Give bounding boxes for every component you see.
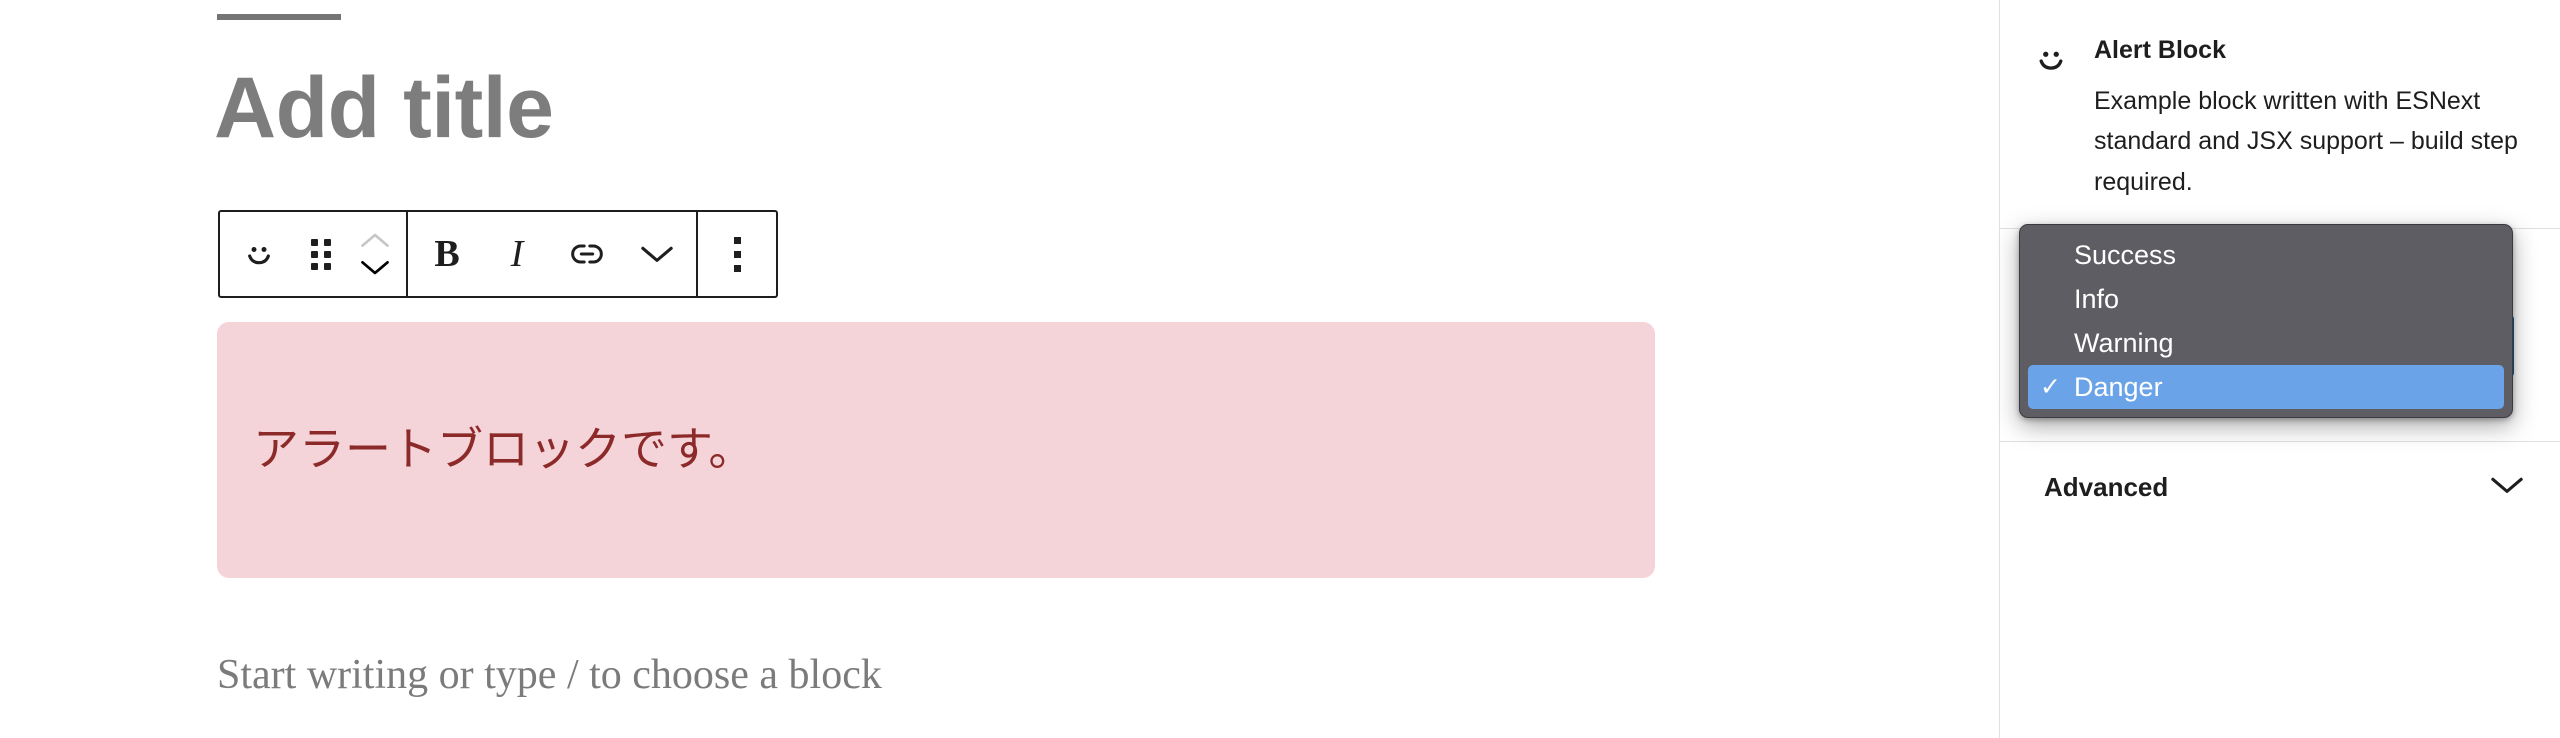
editor-canvas: Add title B I アラートブロックです。 Start writing … <box>0 0 1999 738</box>
block-mover <box>348 212 402 296</box>
italic-label: I <box>510 233 524 275</box>
post-title-placeholder[interactable]: Add title <box>214 62 554 155</box>
select-option-info[interactable]: Info <box>2028 277 2504 321</box>
select-option-label: Success <box>2074 239 2177 270</box>
more-options-vertical-icon <box>733 236 741 272</box>
block-type-button[interactable] <box>224 212 294 296</box>
select-option-label: Danger <box>2074 371 2163 402</box>
block-info-title: Alert Block <box>2094 36 2226 64</box>
move-down-button[interactable] <box>355 255 395 281</box>
italic-button[interactable]: I <box>482 212 552 296</box>
toolbar-group-block <box>220 212 406 296</box>
smiley-icon <box>239 234 279 274</box>
more-formatting-button[interactable] <box>622 212 692 296</box>
alert-block-text[interactable]: アラートブロックです。 <box>217 420 754 480</box>
chevron-down-icon <box>2490 474 2524 501</box>
block-options-button[interactable] <box>702 212 772 296</box>
drag-handle-button[interactable] <box>294 212 348 296</box>
select-option-success[interactable]: Success <box>2028 233 2504 277</box>
advanced-panel-label: Advanced <box>2044 472 2169 502</box>
toolbar-group-options <box>696 212 776 296</box>
smiley-icon <box>2030 34 2082 85</box>
chevron-down-icon <box>361 261 389 275</box>
bold-label: B <box>434 233 460 275</box>
chevron-down-icon <box>640 243 674 265</box>
chevron-up-icon <box>361 233 389 247</box>
select-option-danger[interactable]: ✓ Danger <box>2028 365 2504 409</box>
toolbar-group-formatting: B I <box>406 212 696 296</box>
alert-block[interactable]: アラートブロックです。 <box>217 322 1655 578</box>
select-option-label: Warning <box>2074 327 2174 358</box>
advanced-panel-toggle[interactable]: Advanced <box>2000 442 2560 533</box>
link-icon <box>567 234 607 274</box>
select-option-label: Info <box>2074 283 2120 314</box>
move-up-button[interactable] <box>355 227 395 253</box>
paragraph-placeholder[interactable]: Start writing or type / to choose a bloc… <box>217 644 882 707</box>
block-info-text: Alert Block Example block written with E… <box>2082 34 2532 202</box>
check-icon: ✓ <box>2040 372 2061 401</box>
select-option-warning[interactable]: Warning <box>2028 321 2504 365</box>
top-separator-rule <box>217 14 341 20</box>
block-toolbar: B I <box>218 210 778 298</box>
alert-type-select-popup[interactable]: Success Info Warning ✓ Danger <box>2019 224 2513 418</box>
drag-handle-icon <box>311 238 331 270</box>
block-info-card: Alert Block Example block written with E… <box>2000 0 2560 228</box>
link-button[interactable] <box>552 212 622 296</box>
block-info-description: Example block written with ESNext standa… <box>2094 86 2518 196</box>
bold-button[interactable]: B <box>412 212 482 296</box>
